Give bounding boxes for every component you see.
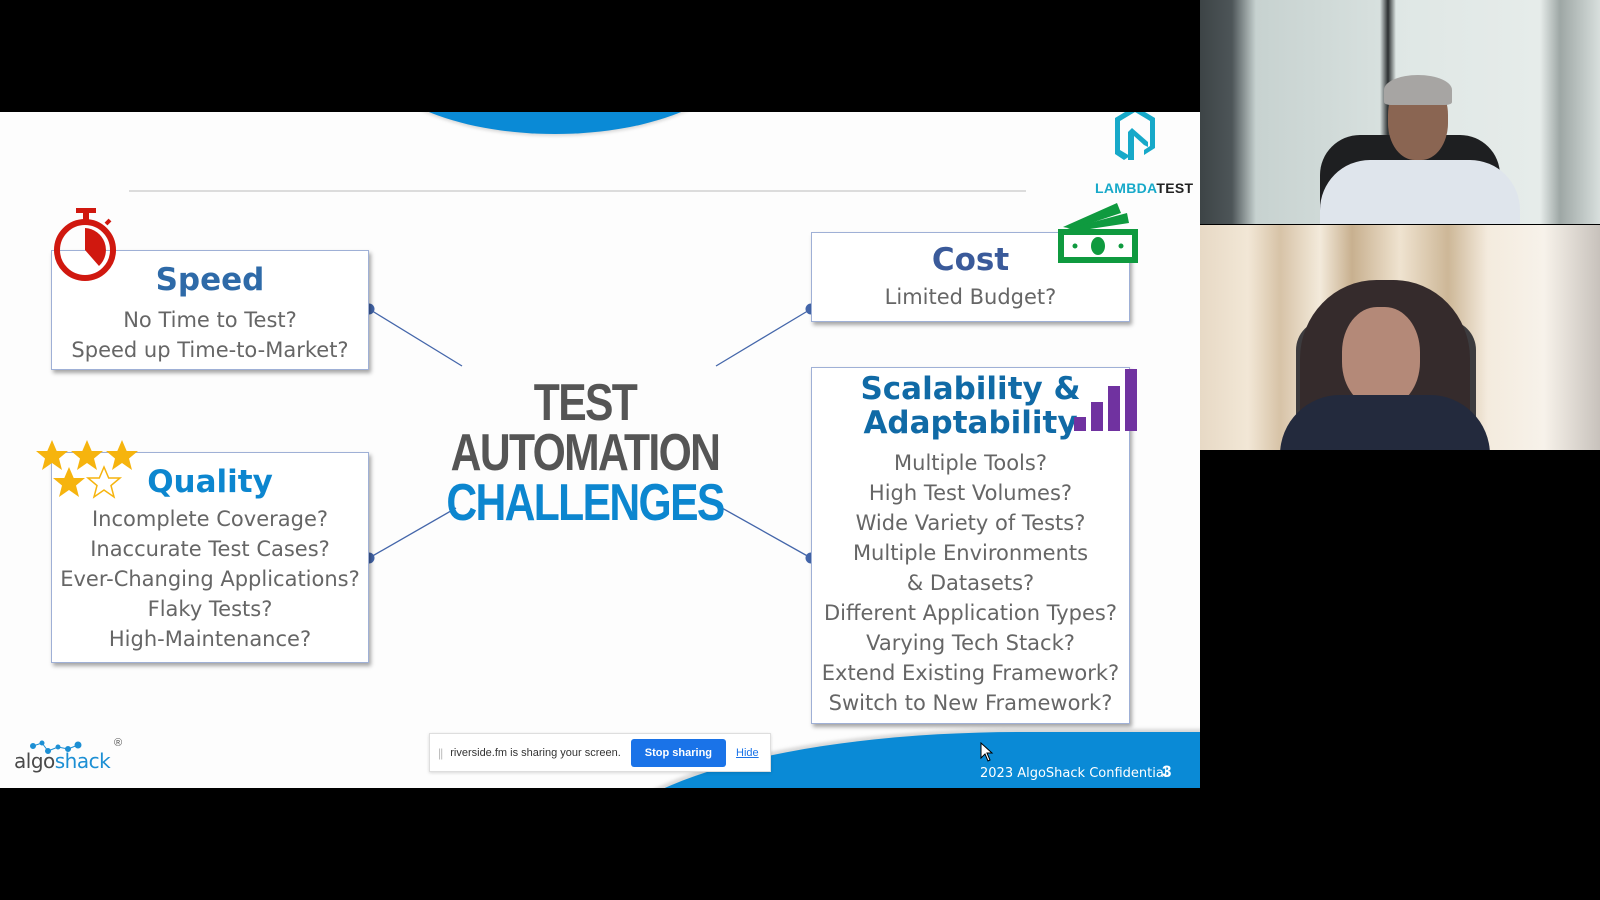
algoshack-word-shack: shack [54,749,111,773]
star-full [106,440,138,470]
scalability-line: Extend Existing Framework? [821,661,1120,685]
quality-line: Ever-Changing Applications? [60,567,360,591]
money-icon [1058,203,1138,263]
scalability-line: Varying Tech Stack? [866,631,1075,655]
scalability-line: Wide Variety of Tests? [855,511,1086,535]
quality-line: Incomplete Coverage? [91,507,329,531]
footer-confidential-text: 2023 AlgoShack Confidential [980,766,1168,781]
top-divider [129,190,1026,192]
hide-link[interactable]: Hide [736,747,759,759]
stars-icon [36,440,138,498]
top-decorative-arc [370,112,740,134]
participant-head [1342,307,1420,407]
quality-line: Inaccurate Test Cases? [90,537,330,561]
slide-page-number: 3 [1162,762,1172,781]
scalability-line: High Test Volumes? [868,481,1073,505]
connector-cost [715,308,812,367]
connector-speed [368,308,463,367]
scalability-line: Multiple Tools? [894,451,1047,475]
slide-title: TEST AUTOMATION CHALLENGES [442,374,729,532]
scalability-line: Switch to New Framework? [828,691,1113,715]
drag-handle-icon[interactable]: || [438,746,443,760]
registered-mark: ® [114,737,123,749]
connector-scalability [721,507,812,559]
screen-share-bar: || riverside.fm is sharing your screen. … [429,733,771,772]
star-empty [87,466,121,498]
participant-body [1320,160,1520,224]
speed-line: No Time to Test? [123,308,297,332]
scalability-line: Multiple Environments [852,541,1089,565]
algoshack-word-algo: algo [14,749,55,773]
participant-hair [1384,75,1452,105]
scalability-line: Different Application Types? [823,601,1118,625]
participant-video-1[interactable] [1200,0,1600,224]
lambdatest-wordmark: LAMBDATEST [1095,180,1194,196]
stopwatch-icon [54,208,116,281]
participant-body [1280,395,1490,450]
cost-line: Limited Budget? [884,285,1057,309]
star-full [53,467,85,497]
quality-line: Flaky Tests? [147,597,273,621]
star-full [36,440,68,470]
slide-title-line2: CHALLENGES [446,474,725,532]
scalability-line: & Datasets? [906,571,1035,595]
stop-sharing-button[interactable]: Stop sharing [630,738,727,767]
bar-chart-icon [1074,369,1137,431]
speed-line: Speed up Time-to-Market? [71,338,349,362]
presentation-slide: 2023 AlgoShack Confidential 3 TEST AUTOM… [0,112,1200,788]
share-message: riverside.fm is sharing your screen. [450,746,621,759]
slide-title-line1: TEST AUTOMATION [450,374,721,482]
mouse-cursor-icon [980,742,994,762]
algoshack-logo: algoshack ® [14,737,124,777]
participant-video-2[interactable] [1200,225,1600,450]
quality-line: High-Maintenance? [108,627,312,651]
star-full [71,440,103,470]
